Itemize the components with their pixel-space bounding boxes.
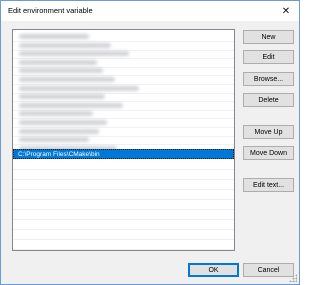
title-bar: Edit environment variable ✕ (1, 1, 299, 21)
cancel-button[interactable]: Cancel (243, 263, 294, 277)
list-item-label: C:\Program Files\CMake\bin (18, 151, 100, 158)
obscured-path-text (19, 42, 111, 48)
empty-list-row[interactable] (13, 200, 234, 210)
empty-list-row[interactable] (13, 240, 234, 250)
path-list[interactable]: C:\Program Files\CMake\bin (12, 29, 235, 251)
empty-list-row[interactable] (13, 180, 234, 190)
obscured-path-text (19, 137, 89, 143)
empty-list-row[interactable] (13, 230, 234, 240)
edit-button[interactable]: Edit (243, 50, 294, 64)
obscured-path-text (19, 34, 89, 39)
obscured-path-text (19, 94, 105, 100)
obscured-path-text (19, 128, 99, 134)
empty-list-row[interactable] (13, 170, 234, 180)
new-button[interactable]: New (243, 30, 294, 44)
delete-button[interactable]: Delete (243, 93, 294, 107)
edit-environment-variable-dialog: Edit environment variable ✕ C:\Program F… (0, 0, 300, 285)
obscured-path-text (19, 68, 103, 74)
obscured-path-text (19, 120, 107, 125)
empty-list-row[interactable] (13, 220, 234, 230)
obscured-path-text (19, 85, 139, 91)
move-up-button[interactable]: Move Up (243, 125, 294, 139)
obscured-path-text (19, 77, 115, 82)
browse-button[interactable]: Browse... (243, 72, 294, 86)
ok-button[interactable]: OK (188, 263, 239, 277)
obscured-path-text (19, 102, 123, 108)
close-icon[interactable]: ✕ (273, 1, 299, 21)
edit-text-button[interactable]: Edit text... (243, 178, 294, 192)
move-down-button[interactable]: Move Down (243, 146, 294, 160)
empty-list-row[interactable] (13, 190, 234, 200)
list-item-selected[interactable]: C:\Program Files\CMake\bin (13, 149, 234, 159)
empty-list-row[interactable] (13, 160, 234, 170)
obscured-path-text (19, 111, 93, 117)
obscured-path-text (19, 59, 97, 65)
empty-list-row[interactable] (13, 210, 234, 220)
window-title: Edit environment variable (8, 6, 93, 15)
obscured-path-text (19, 51, 129, 57)
